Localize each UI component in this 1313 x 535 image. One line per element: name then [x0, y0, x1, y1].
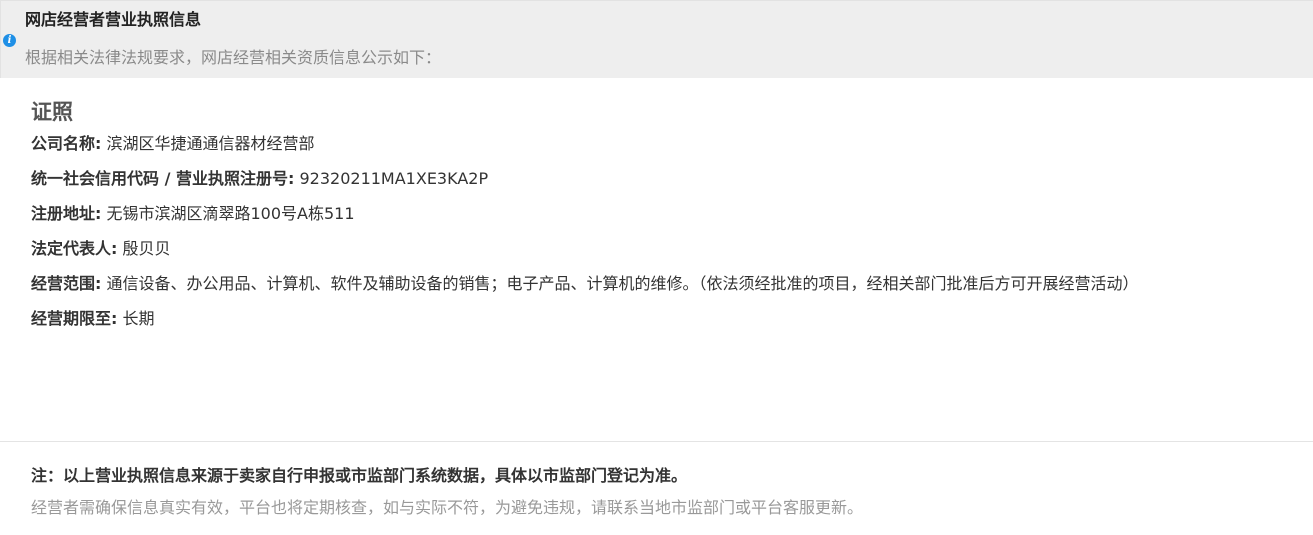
banner-description: 根据相关法律法规要求，网店经营相关资质信息公示如下：	[25, 48, 442, 67]
info-value: 无锡市滨湖区滴翠路100号A栋511	[106, 204, 355, 223]
info-value: 长期	[122, 309, 155, 328]
info-row-company-name: 公司名称: 滨湖区华捷通通信器材经营部	[31, 132, 1301, 167]
business-license-page: i 网店经营者营业执照信息 根据相关法律法规要求，网店经营相关资质信息公示如下：…	[0, 0, 1313, 535]
notice-banner: i 网店经营者营业执照信息 根据相关法律法规要求，网店经营相关资质信息公示如下：	[0, 0, 1313, 78]
banner-title: 网店经营者营业执照信息	[25, 10, 202, 29]
footer-note: 注：以上营业执照信息来源于卖家自行申报或市监部门系统数据，具体以市监部门登记为准…	[31, 466, 688, 485]
info-row-legal-representative: 法定代表人: 殷贝贝	[31, 237, 1301, 272]
info-label: 经营范围:	[31, 274, 102, 293]
info-label: 经营期限至:	[31, 309, 118, 328]
info-label: 法定代表人:	[31, 239, 118, 258]
info-label: 公司名称:	[31, 134, 102, 153]
info-value: 92320211MA1XE3KA2P	[299, 169, 489, 188]
info-row-business-scope: 经营范围: 通信设备、办公用品、计算机、软件及辅助设备的销售；电子产品、计算机的…	[31, 272, 1301, 307]
info-row-address: 注册地址: 无锡市滨湖区滴翠路100号A栋511	[31, 202, 1301, 237]
info-label: 统一社会信用代码 / 营业执照注册号:	[31, 169, 295, 188]
info-icon: i	[3, 34, 16, 47]
info-value: 通信设备、办公用品、计算机、软件及辅助设备的销售；电子产品、计算机的维修。（依法…	[106, 274, 1139, 293]
license-info-list: 公司名称: 滨湖区华捷通通信器材经营部 统一社会信用代码 / 营业执照注册号: …	[31, 132, 1301, 342]
footer-description: 经营者需确保信息真实有效，平台也将定期核查，如与实际不符，为避免违规，请联系当地…	[31, 498, 864, 517]
info-row-credit-code: 统一社会信用代码 / 营业执照注册号: 92320211MA1XE3KA2P	[31, 167, 1301, 202]
info-row-term: 经营期限至: 长期	[31, 307, 1301, 342]
info-label: 注册地址:	[31, 204, 102, 223]
info-value: 滨湖区华捷通通信器材经营部	[106, 134, 315, 153]
divider	[0, 441, 1313, 442]
info-value: 殷贝贝	[122, 239, 171, 258]
section-heading: 证照	[31, 100, 73, 124]
